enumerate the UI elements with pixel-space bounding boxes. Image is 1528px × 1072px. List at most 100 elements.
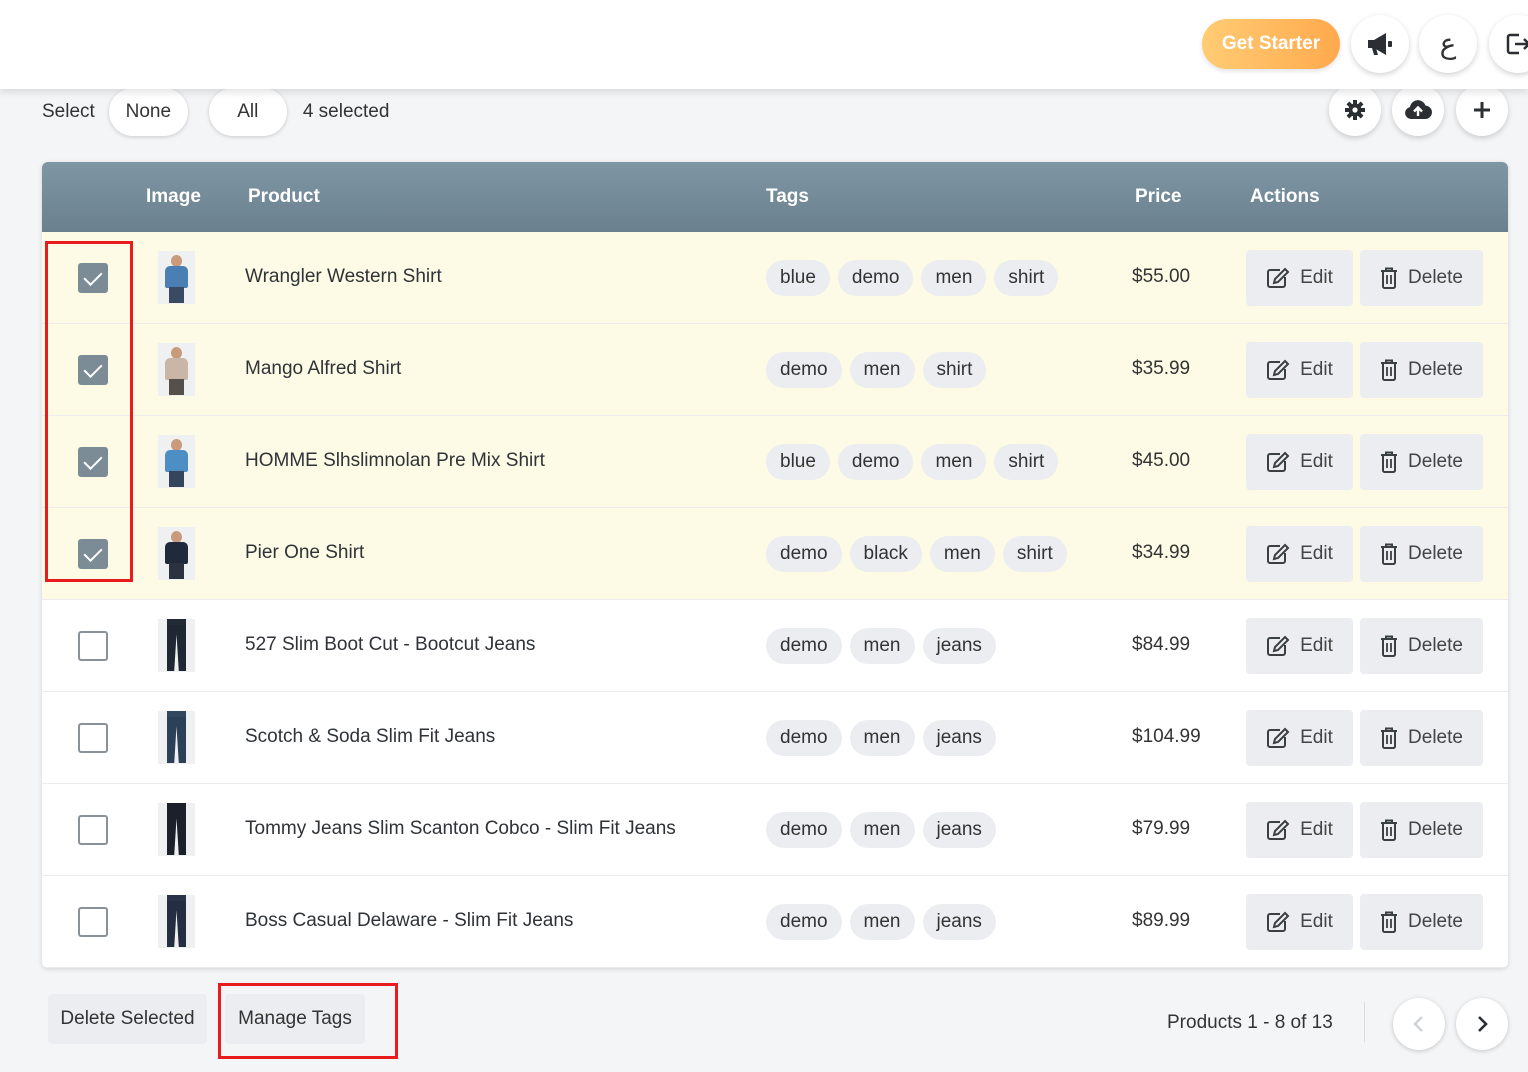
edit-button[interactable]: Edit (1246, 618, 1353, 674)
tag-chip: demo (766, 812, 842, 848)
pagination-status: Products 1 - 8 of 13 (1167, 1012, 1333, 1033)
product-tags: demo men jeans (766, 812, 1004, 848)
delete-label: Delete (1408, 267, 1463, 288)
trash-icon (1381, 267, 1398, 289)
delete-button[interactable]: Delete (1360, 342, 1483, 398)
edit-icon (1267, 911, 1290, 932)
product-name: Pier One Shirt (245, 542, 365, 563)
edit-label: Edit (1300, 635, 1333, 656)
tag-chip: black (849, 536, 922, 572)
tag-chip: shirt (994, 260, 1059, 296)
edit-label: Edit (1300, 451, 1333, 472)
previous-page-button[interactable] (1393, 998, 1445, 1050)
product-name: Boss Casual Delaware - Slim Fit Jeans (245, 910, 574, 931)
chevron-left-icon (1413, 1016, 1423, 1032)
edit-button[interactable]: Edit (1246, 802, 1353, 858)
tag-chip: demo (837, 444, 914, 480)
delete-button[interactable]: Delete (1360, 802, 1483, 858)
delete-button[interactable]: Delete (1360, 894, 1483, 950)
row-checkbox[interactable] (78, 631, 108, 661)
delete-label: Delete (1408, 819, 1463, 840)
trash-icon (1381, 543, 1398, 565)
product-image (158, 895, 195, 948)
add-product-button[interactable] (1456, 84, 1508, 136)
megaphone-icon (1368, 33, 1392, 55)
edit-label: Edit (1300, 727, 1333, 748)
tag-chip: men (921, 260, 987, 296)
product-tags: demo black men shirt (766, 536, 1075, 572)
product-name: HOMME Slhslimnolan Pre Mix Shirt (245, 450, 545, 471)
trash-icon (1381, 359, 1398, 381)
edit-label: Edit (1300, 911, 1333, 932)
language-button[interactable]: ع (1419, 15, 1477, 73)
table-row: Mango Alfred Shirt demo men shirt $35.99 Edit… (42, 324, 1508, 416)
highlight-selected-checkboxes (45, 241, 133, 582)
delete-button[interactable]: Delete (1360, 526, 1483, 582)
column-header-image: Image (146, 186, 201, 207)
delete-button[interactable]: Delete (1360, 618, 1483, 674)
delete-label: Delete (1408, 911, 1463, 932)
edit-button[interactable]: Edit (1246, 526, 1353, 582)
product-tags: demo men shirt (766, 352, 994, 388)
trash-icon (1381, 819, 1398, 841)
tag-chip: demo (766, 628, 842, 664)
trash-icon (1381, 727, 1398, 749)
delete-button[interactable]: Delete (1360, 710, 1483, 766)
edit-icon (1267, 727, 1290, 748)
edit-button[interactable]: Edit (1246, 710, 1353, 766)
products-table: Image Product Tags Price Actions Wrangle… (42, 162, 1508, 968)
product-image (158, 711, 195, 764)
edit-button[interactable]: Edit (1246, 250, 1353, 306)
announcements-button[interactable] (1351, 15, 1409, 73)
edit-icon (1267, 267, 1290, 288)
logout-button[interactable] (1489, 15, 1528, 73)
logout-icon (1506, 33, 1528, 55)
plus-icon (1474, 102, 1490, 118)
tag-chip: demo (766, 720, 842, 756)
edit-button[interactable]: Edit (1246, 894, 1353, 950)
delete-label: Delete (1408, 451, 1463, 472)
product-price: $55.00 (1132, 266, 1191, 287)
gear-icon (1345, 100, 1365, 120)
upload-button[interactable] (1392, 84, 1444, 136)
product-tags: demo men jeans (766, 904, 1004, 940)
row-checkbox[interactable] (78, 723, 108, 753)
tag-chip: men (849, 904, 915, 940)
select-none-button[interactable]: None (108, 88, 188, 136)
edit-icon (1267, 819, 1290, 840)
product-price: $84.99 (1132, 634, 1191, 655)
product-name: 527 Slim Boot Cut - Bootcut Jeans (245, 634, 536, 655)
tag-chip: shirt (1002, 536, 1067, 572)
language-icon: ع (1439, 27, 1457, 60)
tag-chip: shirt (994, 444, 1059, 480)
product-name: Scotch & Soda Slim Fit Jeans (245, 726, 496, 747)
edit-icon (1267, 359, 1290, 380)
settings-button[interactable] (1329, 84, 1381, 136)
edit-button[interactable]: Edit (1246, 434, 1353, 490)
product-price: $104.99 (1132, 726, 1201, 747)
row-checkbox[interactable] (78, 815, 108, 845)
column-header-tags: Tags (766, 186, 809, 207)
product-name: Wrangler Western Shirt (245, 266, 442, 287)
table-row: HOMME Slhslimnolan Pre Mix Shirt blue demo… (42, 416, 1508, 508)
delete-selected-button[interactable]: Delete Selected (48, 994, 207, 1044)
pagination-divider (1364, 1002, 1365, 1042)
tag-chip: men (849, 812, 915, 848)
tag-chip: jeans (922, 720, 996, 756)
cloud-upload-icon (1405, 100, 1432, 120)
tag-chip: shirt (922, 352, 987, 388)
delete-button[interactable]: Delete (1360, 250, 1483, 306)
edit-label: Edit (1300, 267, 1333, 288)
next-page-button[interactable] (1456, 998, 1508, 1050)
tag-chip: men (849, 352, 915, 388)
product-tags: demo men jeans (766, 720, 1004, 756)
edit-button[interactable]: Edit (1246, 342, 1353, 398)
product-image (158, 343, 195, 396)
highlight-manage-tags (218, 983, 398, 1059)
delete-button[interactable]: Delete (1360, 434, 1483, 490)
get-starter-button[interactable]: Get Starter (1202, 19, 1340, 69)
select-all-button[interactable]: All (208, 88, 287, 136)
row-checkbox[interactable] (78, 907, 108, 937)
delete-label: Delete (1408, 727, 1463, 748)
product-image (158, 527, 195, 580)
